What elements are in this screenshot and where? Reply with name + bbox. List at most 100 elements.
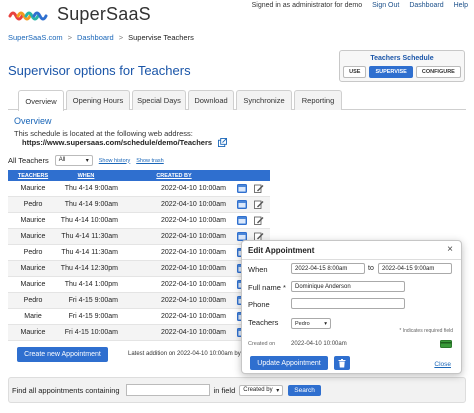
cell-teacher: Maurice: [20, 217, 46, 224]
breadcrumb-separator: >: [67, 33, 73, 42]
search-button[interactable]: Search: [288, 384, 321, 396]
phone-field[interactable]: [291, 298, 405, 309]
breadcrumb: SuperSaaS.com > Dashboard > Supervise Te…: [8, 33, 194, 42]
edit-appointment-dialog: Edit Appointment × When 2022-04-15 8:00a…: [241, 240, 462, 374]
cell-teacher: Maurice: [20, 233, 46, 240]
cell-created: 2022-04-10 10:00am: [161, 185, 226, 192]
when-label: When: [248, 265, 268, 274]
start-datetime-field[interactable]: 2022-04-15 8:00am: [291, 263, 365, 274]
configure-button[interactable]: CONFIGURE: [415, 66, 461, 78]
table-row[interactable]: Maurice Fri 4-15 10:00am 2022-04-10 10:00a…: [8, 325, 270, 341]
close-icon[interactable]: ×: [447, 244, 453, 255]
cell-actions: [230, 184, 270, 193]
breadcrumb-dashboard[interactable]: Dashboard: [77, 33, 114, 42]
show-history-link[interactable]: Show history: [99, 158, 131, 164]
cell-created: 2022-04-10 10:00am: [161, 217, 226, 224]
credit-card-icon[interactable]: [440, 340, 452, 348]
table-body: Maurice Thu 4-14 9:00am 2022-04-10 10:00am…: [8, 181, 270, 341]
chevron-down-icon: ▾: [85, 158, 89, 164]
calendar-icon[interactable]: [236, 184, 247, 193]
delete-button[interactable]: [334, 356, 350, 370]
tab-overview[interactable]: Overview: [18, 90, 64, 111]
trash-icon: [338, 358, 346, 367]
cell-actions: [230, 216, 270, 225]
table-row[interactable]: Pedro Thu 4-14 11:30am 2022-04-10 10:00am: [8, 245, 270, 261]
fullname-field[interactable]: Dominique Anderson: [291, 281, 405, 292]
table-row[interactable]: Pedro Thu 4-14 9:00am 2022-04-10 10:00am: [8, 197, 270, 213]
cell-teacher: Maurice: [20, 281, 46, 288]
edit-icon[interactable]: [253, 200, 264, 209]
search-field-select[interactable]: Created by ▾: [239, 384, 284, 396]
sign-out-link[interactable]: Sign Out: [372, 2, 399, 9]
cell-when: Thu 4-14 11:30am: [61, 249, 118, 256]
column-header-when[interactable]: WHEN: [54, 173, 122, 179]
top-bar: Signed in as administrator for demo Sign…: [252, 2, 468, 9]
table-row[interactable]: Maurice Thu 4-14 11:30am 2022-04-10 10:00a…: [8, 229, 270, 245]
cell-created: 2022-04-10 10:00am: [161, 313, 226, 320]
close-link[interactable]: Close: [434, 361, 451, 368]
cell-when: Fri 4-15 9:00am: [68, 313, 118, 320]
update-appointment-button[interactable]: Update Appointment: [250, 356, 328, 370]
cell-when: Thu 4-14 1:00pm: [64, 281, 118, 288]
search-bar: Find all appointments containing in fiel…: [8, 377, 466, 403]
table-row[interactable]: Maurice Thu 4-14 10:00am 2022-04-10 10:00a…: [8, 213, 270, 229]
overview-heading: Overview: [14, 116, 52, 126]
column-header-created-by[interactable]: CREATED BY: [122, 173, 230, 179]
schedule-url[interactable]: https://www.supersaas.com/schedule/demo/…: [22, 138, 212, 147]
cell-created: 2022-04-10 10:00am: [161, 281, 226, 288]
create-appointment-button[interactable]: Create new Appointment: [17, 347, 108, 362]
supervise-button[interactable]: SUPERVISE: [369, 66, 413, 78]
breadcrumb-current: Supervise Teachers: [128, 33, 194, 42]
edit-icon[interactable]: [253, 184, 264, 193]
cell-created: 2022-04-10 10:00am: [161, 201, 226, 208]
search-input[interactable]: [125, 384, 210, 396]
cell-teacher: Maurice: [20, 265, 46, 272]
tab-download[interactable]: Download: [188, 90, 234, 110]
dashboard-link[interactable]: Dashboard: [409, 2, 443, 9]
fullname-label: Full name *: [248, 283, 286, 292]
schedule-mode-box: Teachers Schedule USE SUPERVISE CONFIGUR…: [339, 50, 465, 82]
in-field-label: in field: [213, 385, 236, 395]
teacher-filter: All Teachers All ▾ Show history Show tra…: [8, 155, 164, 166]
cell-when: Fri 4-15 10:00am: [64, 329, 118, 336]
external-link-icon[interactable]: [218, 138, 228, 147]
cell-teacher: Marie: [24, 313, 42, 320]
use-button[interactable]: USE: [343, 66, 367, 78]
teacher-filter-select[interactable]: All ▾: [54, 155, 93, 166]
edit-icon[interactable]: [253, 216, 264, 225]
chevron-down-icon: ▾: [324, 320, 327, 327]
cell-when: Thu 4-14 12:30pm: [60, 265, 118, 272]
calendar-icon[interactable]: [236, 200, 247, 209]
calendar-icon[interactable]: [236, 216, 247, 225]
teachers-select[interactable]: Pedro ▾: [291, 318, 331, 329]
tab-special-days[interactable]: Special Days: [132, 90, 186, 110]
logo[interactable]: SuperSaaS: [8, 4, 151, 25]
table-row[interactable]: Maurice Thu 4-14 1:00pm 2022-04-10 10:00am: [8, 277, 270, 293]
teacher-filter-value: All: [58, 157, 66, 163]
tab-synchronize[interactable]: Synchronize: [236, 90, 292, 110]
tab-reporting[interactable]: Reporting: [294, 90, 342, 110]
table-row[interactable]: Maurice Thu 4-14 9:00am 2022-04-10 10:00am: [8, 181, 270, 197]
cell-created: 2022-04-10 10:00am: [161, 329, 226, 336]
tab-bar: Overview Opening Hours Special Days Down…: [8, 90, 466, 111]
show-trash-link[interactable]: Show trash: [136, 158, 164, 164]
cell-when: Fri 4-15 9:00am: [68, 297, 118, 304]
help-link[interactable]: Help: [454, 2, 468, 9]
dialog-title: Edit Appointment: [248, 246, 315, 255]
table-header: TEACHERS WHEN CREATED BY: [8, 170, 270, 181]
search-field-value: Created by: [243, 386, 273, 393]
cell-created: 2022-04-10 10:00am: [161, 265, 226, 272]
tab-opening-hours[interactable]: Opening Hours: [66, 90, 130, 110]
cell-teacher: Pedro: [23, 201, 43, 208]
required-asterisk: *: [283, 283, 286, 292]
cell-when: Thu 4-14 10:00am: [60, 217, 118, 224]
end-datetime-field[interactable]: 2022-04-15 9:00am: [378, 263, 452, 274]
filter-label: All Teachers: [8, 156, 49, 165]
dialog-divider: [242, 259, 461, 260]
table-row[interactable]: Maurice Thu 4-14 12:30pm 2022-04-10 10:00a…: [8, 261, 270, 277]
table-row[interactable]: Pedro Fri 4-15 9:00am 2022-04-10 10:00am: [8, 293, 270, 309]
breadcrumb-supersaas[interactable]: SuperSaaS.com: [8, 33, 63, 42]
table-row[interactable]: Marie Fri 4-15 9:00am 2022-04-10 10:00am: [8, 309, 270, 325]
phone-label: Phone: [248, 300, 270, 309]
column-header-teachers[interactable]: TEACHERS: [8, 173, 54, 179]
